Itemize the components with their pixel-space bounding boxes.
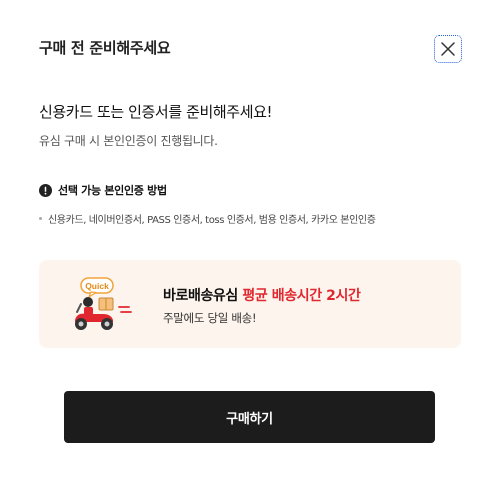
auth-methods-text: 신용카드, 네이버인증서, PASS 인증서, toss 인증서, 범용 인증서… (48, 215, 376, 226)
quick-badge-text: Quick (85, 281, 109, 291)
intro-subtitle: 유심 구매 시 본인인증이 진행됩니다. (39, 134, 218, 148)
modal-title: 구매 전 준비해주세요 (39, 39, 171, 57)
auth-methods-list: 신용카드, 네이버인증서, PASS 인증서, toss 인증서, 범용 인증서… (39, 211, 376, 226)
intro-title: 신용카드 또는 인증서를 준비해주세요! (39, 103, 273, 121)
auth-methods-title: 선택 가능 본인인증 방법 (58, 184, 167, 197)
delivery-scooter-icon: Quick (75, 277, 132, 330)
promo-subtitle: 주말에도 당일 배송! (163, 311, 257, 325)
auth-methods-heading: 선택 가능 본인인증 방법 (39, 182, 167, 198)
promo-title: 바로배송유심 평균 배송시간 2시간 (163, 285, 361, 305)
purchase-prep-modal: 구매 전 준비해주세요 신용카드 또는 인증서를 준비해주세요! 유심 구매 시… (0, 0, 500, 480)
close-button[interactable] (434, 35, 462, 63)
promo-title-highlight: 평균 배송시간 2시간 (242, 288, 361, 304)
quick-delivery-banner: Quick 바로배송유심 평균 배송시간 2시간 주말에도 당일 배송! (39, 260, 461, 348)
alert-circle-icon (39, 183, 52, 197)
promo-title-prefix: 바로배송유심 (163, 288, 243, 304)
buy-button[interactable]: 구매하기 (64, 391, 435, 443)
close-icon (441, 42, 455, 56)
bullet-icon (39, 217, 42, 220)
